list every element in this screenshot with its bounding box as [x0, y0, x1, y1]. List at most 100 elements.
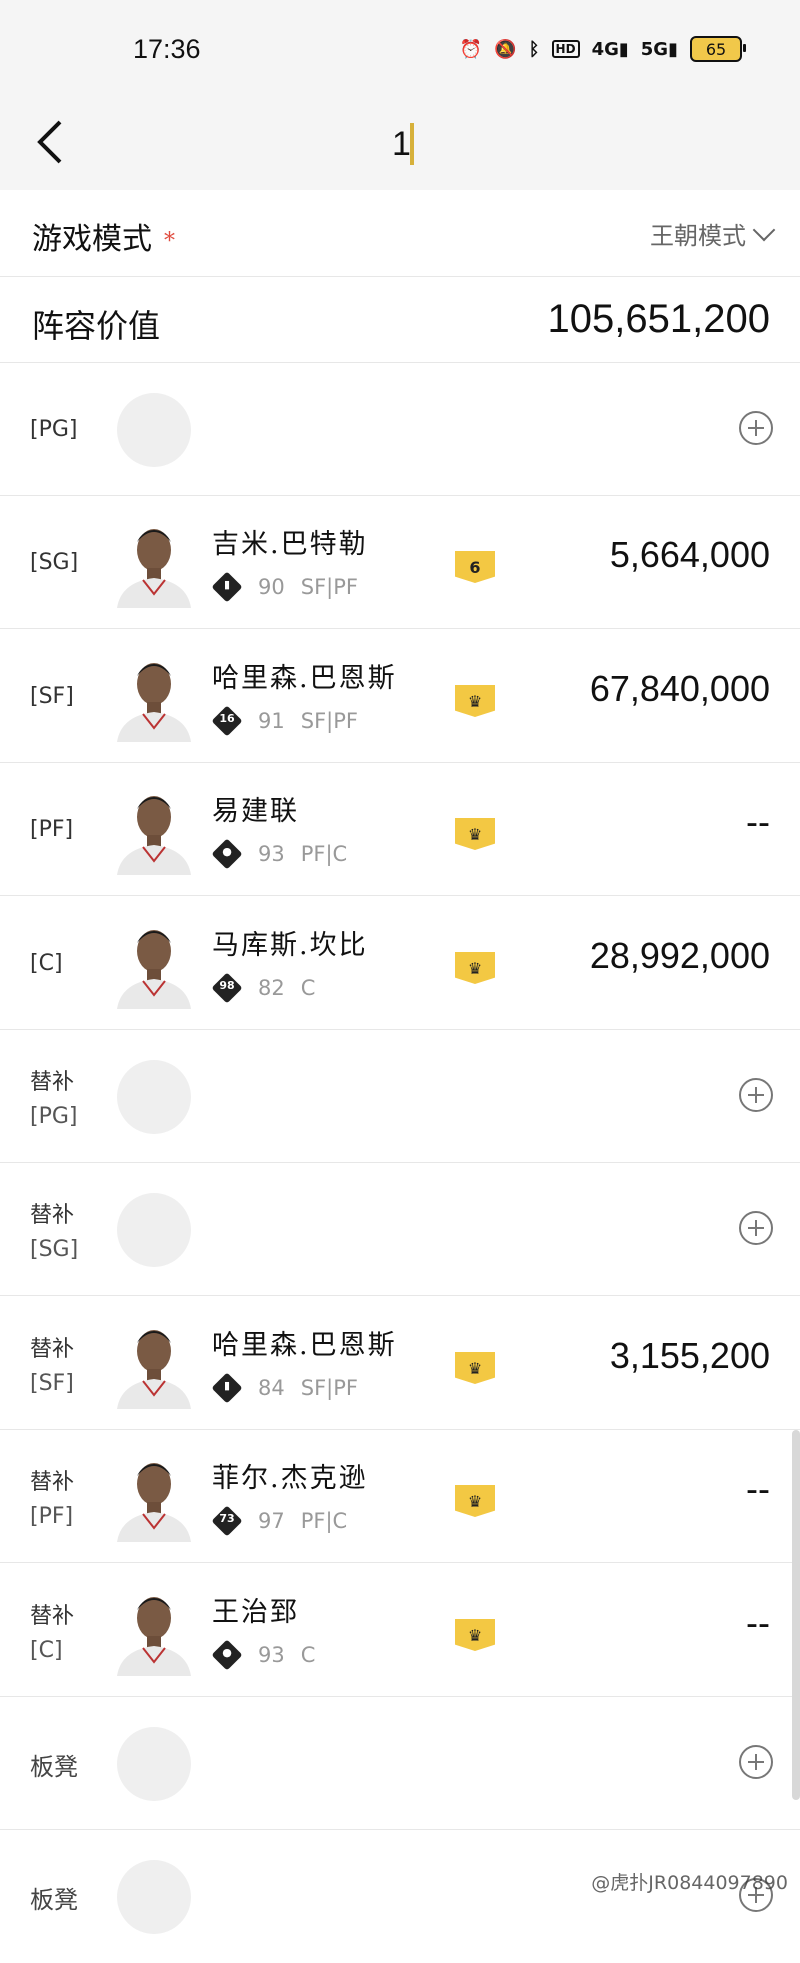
empty-avatar [117, 1060, 191, 1134]
player-salary: -- [746, 1468, 770, 1509]
player-slot-row[interactable]: [PG] [0, 363, 800, 496]
player-positions: SF|PF [300, 575, 358, 599]
slot-position: 替补 [SF] [30, 1333, 74, 1401]
player-positions: SF|PF [300, 709, 358, 733]
scrollbar[interactable] [792, 1430, 800, 1800]
alarm-icon: ⏰ [459, 38, 483, 60]
player-meta: ● 93 C [211, 1639, 316, 1671]
crown-badge-icon: ♛ [455, 818, 495, 850]
slot-position-label: [PG] [30, 417, 78, 442]
player-rating: 93 [258, 842, 285, 866]
player-photo [117, 796, 191, 875]
player-meta: ▮ 84 SF|PF [211, 1372, 358, 1404]
player-card-icon: 16 [211, 705, 243, 737]
player-meta: 73 97 PF|C [211, 1505, 347, 1537]
player-photo [117, 663, 191, 742]
slot-position: [C] [30, 947, 63, 981]
player-meta: ▮ 90 SF|PF [211, 571, 358, 603]
slot-position: 替补 [C] [30, 1600, 74, 1668]
player-rating: 84 [258, 1376, 285, 1400]
player-photo [117, 529, 191, 608]
add-player-icon[interactable] [739, 411, 773, 445]
player-name: 王治郅 [212, 1597, 299, 1628]
roster-value-label: 阵容价值 [32, 307, 161, 345]
bench-slot-row[interactable]: 板凳 [0, 1830, 800, 1963]
game-mode-row[interactable]: 游戏模式 * 王朝模式 [0, 190, 800, 277]
slot-position: [PF] [30, 813, 73, 847]
player-positions: C [300, 976, 316, 1000]
player-slot-row[interactable]: 替补 [C] 王治郅 ● 93 C ♛ -- [0, 1564, 800, 1697]
player-rating: 91 [258, 709, 285, 733]
empty-avatar [117, 1860, 191, 1934]
nav-bar: 1 [0, 95, 800, 190]
player-salary: 28,992,000 [589, 935, 770, 976]
player-positions: C [300, 1643, 316, 1667]
player-rating: 82 [258, 976, 285, 1000]
player-slot-row[interactable]: [PF] 易建联 ● 93 PF|C ♛ -- [0, 763, 800, 896]
slot-position-label: 替补 [30, 1337, 75, 1362]
roster-value-amount: 105,651,200 [547, 297, 770, 341]
player-card-icon: ▮ [211, 1372, 243, 1404]
slot-position: 替补 [PG] [30, 1066, 77, 1134]
player-salary: -- [746, 1602, 770, 1643]
slot-position-label: [SF] [30, 684, 74, 709]
player-rating: 97 [258, 1509, 285, 1533]
player-name: 哈里森.巴恩斯 [212, 663, 397, 694]
mute-icon: 🔕 [494, 38, 517, 60]
player-card-icon: ● [211, 1639, 243, 1671]
player-meta: 16 91 SF|PF [211, 705, 358, 737]
text-cursor [410, 123, 414, 165]
slot-position: [PG] [30, 413, 77, 447]
empty-avatar [117, 1193, 191, 1267]
player-photo [117, 930, 191, 1009]
watermark: @虎扑JR0844097890 [591, 1872, 788, 1894]
add-player-icon[interactable] [739, 1211, 773, 1245]
player-photo [117, 1463, 191, 1542]
slot-position-label: 替补 [30, 1203, 75, 1228]
game-mode-label: 游戏模式 * [32, 222, 175, 257]
player-slot-row[interactable]: [SF] 哈里森.巴恩斯 16 91 SF|PF ♛ 67,840,000 [0, 630, 800, 763]
slot-position-label: 替补 [30, 1604, 75, 1629]
player-photo [117, 1330, 191, 1409]
player-salary: 3,155,200 [609, 1335, 770, 1376]
slot-position-label: [PF] [30, 817, 74, 842]
add-player-icon[interactable] [739, 1745, 773, 1779]
status-time: 17:36 [133, 34, 201, 64]
game-mode-select[interactable]: 王朝模式 [650, 216, 776, 251]
player-rating: 90 [258, 575, 285, 599]
slot-position-sub: [SF] [30, 1371, 74, 1396]
slot-position-sub: [PF] [30, 1504, 74, 1529]
player-name: 吉米.巴特勒 [212, 529, 368, 560]
player-name: 菲尔.杰克逊 [212, 1463, 368, 1494]
player-slot-row[interactable]: 替补 [SF] 哈里森.巴恩斯 ▮ 84 SF|PF ♛ 3,155,200 [0, 1297, 800, 1430]
slot-position-sub: [C] [30, 1638, 63, 1663]
bench-slot-row[interactable]: 板凳 [0, 1697, 800, 1830]
crown-badge-icon: ♛ [455, 1352, 495, 1384]
player-slot-row[interactable]: 替补 [SG] [0, 1163, 800, 1296]
player-card-icon: ▮ [211, 571, 243, 603]
player-name: 易建联 [212, 796, 299, 827]
player-salary: -- [746, 801, 770, 842]
status-bar: 17:36 ⏰ 🔕 ᛒ HD 4G▮ 5G▮ 65 [0, 0, 800, 95]
player-salary: 67,840,000 [589, 668, 770, 709]
crown-badge-icon: ♛ [455, 685, 495, 717]
chevron-down-icon [752, 218, 776, 241]
status-icons: ⏰ 🔕 ᛒ HD 4G▮ 5G▮ 65 [459, 36, 746, 62]
player-slot-row[interactable]: 替补 [PF] 菲尔.杰克逊 73 97 PF|C ♛ -- [0, 1430, 800, 1563]
player-name: 哈里森.巴恩斯 [212, 1330, 397, 1361]
back-icon[interactable] [30, 117, 70, 167]
bluetooth-icon: ᛒ [528, 38, 540, 60]
player-slot-row[interactable]: 替补 [PG] [0, 1030, 800, 1163]
player-slot-row[interactable]: [C] 马库斯.坎比 98 82 C ♛ 28,992,000 [0, 897, 800, 1030]
slot-position-sub: [PG] [30, 1104, 78, 1129]
roster-value-row: 阵容价值 105,651,200 [0, 277, 800, 363]
add-player-icon[interactable] [739, 1078, 773, 1112]
crown-badge-icon: ♛ [455, 1485, 495, 1517]
player-card-icon: 98 [211, 972, 243, 1004]
empty-avatar [117, 1727, 191, 1801]
signal-5g-icon: 5G▮ [640, 38, 678, 60]
page-title[interactable]: 1 [392, 125, 411, 164]
player-slot-row[interactable]: [SG] 吉米.巴特勒 ▮ 90 SF|PF 6 5,664,000 [0, 496, 800, 629]
hd-icon: HD [551, 40, 580, 58]
slot-position-label: 替补 [30, 1470, 75, 1495]
